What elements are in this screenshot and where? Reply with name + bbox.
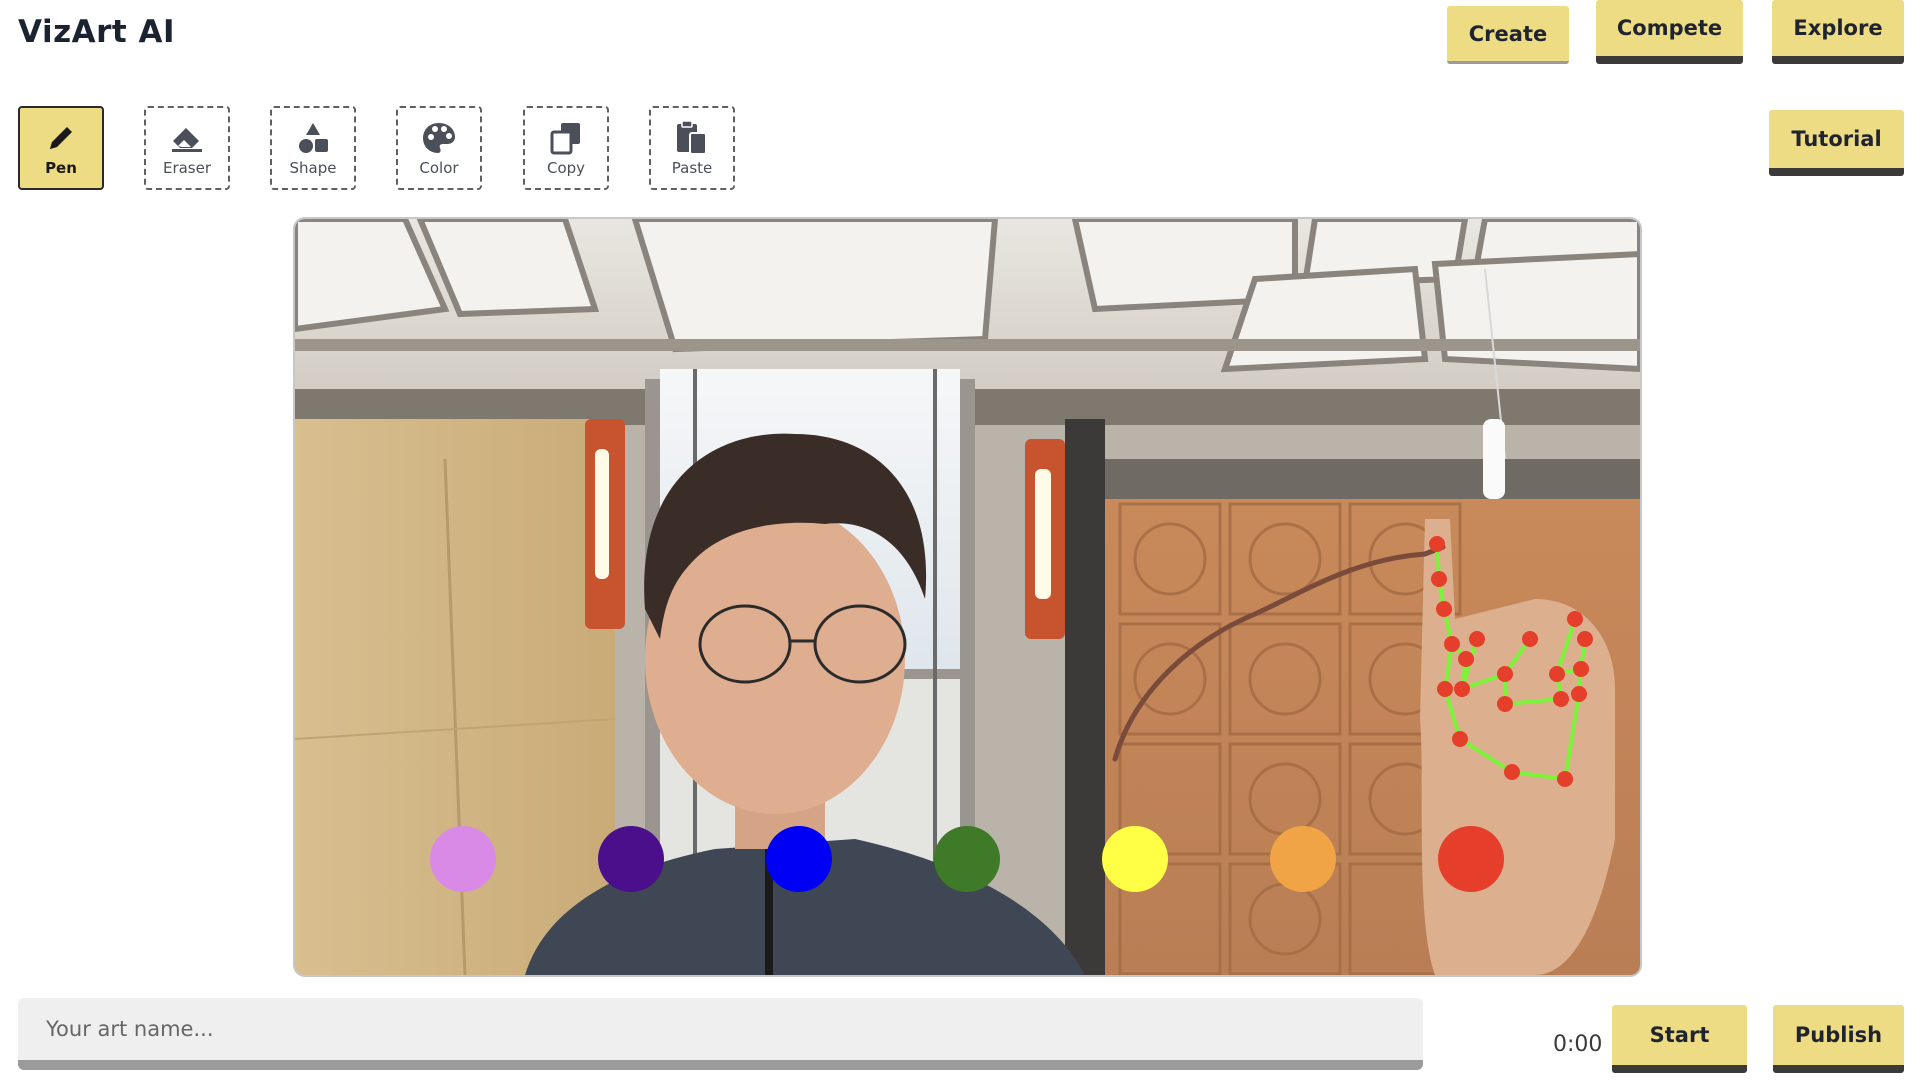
hand-landmark	[1557, 771, 1573, 787]
hand-landmark	[1436, 601, 1452, 617]
hand-landmark	[1458, 651, 1474, 667]
hand-tracking-overlay	[430, 536, 1593, 892]
tool-label: Paste	[671, 159, 713, 177]
hand-landmark	[1497, 696, 1513, 712]
timer: 0:00	[1553, 1032, 1603, 1057]
shapes-icon	[294, 119, 332, 157]
hand-landmark	[1429, 536, 1445, 552]
app-title: VizArt AI	[18, 14, 176, 50]
camera-canvas[interactable]	[295, 219, 1640, 975]
hand-landmark	[1553, 691, 1569, 707]
palette-icon	[420, 119, 458, 157]
hand-connection	[1504, 697, 1562, 706]
tool-eraser[interactable]: Eraser	[144, 106, 230, 190]
hand-landmark	[1504, 764, 1520, 780]
start-button[interactable]: Start	[1612, 1005, 1747, 1073]
color-swatch-orange[interactable]	[1270, 826, 1336, 892]
color-swatch-red[interactable]	[1438, 826, 1504, 892]
eraser-icon	[168, 119, 206, 157]
hand-landmark	[1573, 661, 1589, 677]
hand-connection	[1563, 693, 1581, 780]
tool-shape[interactable]: Shape	[270, 106, 356, 190]
tool-label: Color	[419, 159, 459, 177]
hand-connection	[1458, 737, 1514, 774]
tool-label: Copy	[546, 159, 586, 177]
color-swatch-green[interactable]	[934, 826, 1000, 892]
tool-pen[interactable]: Pen	[18, 106, 104, 190]
hand-landmark	[1571, 686, 1587, 702]
create-button[interactable]: Create	[1447, 6, 1569, 64]
tool-copy[interactable]: Copy	[523, 106, 609, 190]
color-swatch-yellow[interactable]	[1102, 826, 1168, 892]
pencil-icon	[42, 119, 80, 157]
tool-paste[interactable]: Paste	[649, 106, 735, 190]
hand-connection	[1555, 618, 1577, 675]
hand-landmark	[1431, 571, 1447, 587]
color-swatch-blue[interactable]	[766, 826, 832, 892]
hand-landmark	[1444, 636, 1460, 652]
drawn-stroke	[1112, 544, 1446, 762]
hand-landmark	[1497, 666, 1513, 682]
hand-landmark	[1469, 631, 1485, 647]
color-swatch-violet[interactable]	[430, 826, 496, 892]
explore-button[interactable]: Explore	[1772, 0, 1904, 64]
hand-landmark	[1567, 611, 1583, 627]
art-name-input[interactable]	[18, 998, 1423, 1070]
compete-button[interactable]: Compete	[1596, 0, 1743, 64]
hand-landmark	[1577, 631, 1593, 647]
tool-color[interactable]: Color	[396, 106, 482, 190]
color-swatch-indigo[interactable]	[598, 826, 664, 892]
hand-landmark	[1454, 681, 1470, 697]
copy-icon	[547, 119, 585, 157]
tool-label: Eraser	[162, 159, 212, 177]
paste-icon	[673, 119, 711, 157]
tool-label: Shape	[289, 159, 337, 177]
hand-connection	[1511, 770, 1566, 781]
hand-landmark	[1437, 681, 1453, 697]
hand-landmark	[1549, 666, 1565, 682]
tool-label: Pen	[45, 159, 77, 177]
hand-landmark	[1522, 631, 1538, 647]
publish-button[interactable]: Publish	[1773, 1005, 1904, 1073]
hand-landmark	[1452, 731, 1468, 747]
tutorial-button[interactable]: Tutorial	[1769, 110, 1904, 176]
